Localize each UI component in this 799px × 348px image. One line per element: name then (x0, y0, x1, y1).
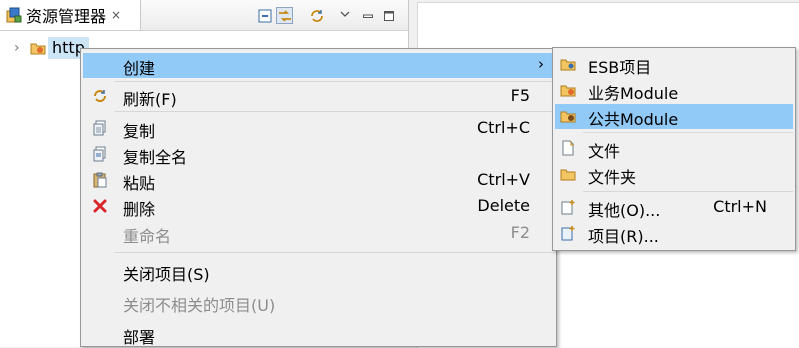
new-project-icon (560, 225, 576, 241)
menu-item-label: 关闭项目(S) (123, 265, 210, 284)
menu-item-label: 删除 (123, 200, 156, 219)
submenu-item-other[interactable]: 其他(O)... Ctrl+N (555, 195, 793, 220)
file-icon (560, 140, 576, 156)
project-folder-icon (30, 40, 46, 56)
business-module-icon (560, 82, 576, 98)
menu-item-label: 业务Module (588, 84, 679, 103)
create-submenu: ESB项目 业务Module 公共Module 文件 文件夹 其他(O)... … (552, 47, 796, 251)
menu-item-delete[interactable]: 删除 Delete (83, 194, 554, 219)
folder-icon (560, 56, 576, 72)
submenu-item-business-module[interactable]: 业务Module (555, 78, 793, 103)
view-menu-icon[interactable] (336, 5, 353, 22)
menu-item-label: 创建 (123, 59, 156, 78)
menu-item-accelerator: Ctrl+V (477, 170, 530, 189)
menu-item-label: 其他(O)... (588, 201, 661, 220)
copy-icon (92, 120, 108, 136)
refresh-icon (92, 88, 108, 104)
menu-item-accelerator: Ctrl+C (476, 118, 530, 137)
minimize-icon[interactable] (359, 7, 376, 24)
menu-item-label: 文件 (588, 142, 621, 161)
menu-item-accelerator: F2 (510, 223, 530, 242)
menu-separator (115, 252, 554, 253)
menu-separator (583, 132, 793, 133)
menu-item-accelerator: Ctrl+N (713, 197, 767, 216)
submenu-item-file[interactable]: 文件 (555, 136, 793, 161)
menu-item-label: 关闭不相关的项目(U) (123, 296, 276, 315)
menu-separator (115, 81, 554, 82)
tab-explorer[interactable]: 资源管理器 × (0, 0, 141, 30)
chevron-right-icon: › (538, 55, 544, 73)
submenu-item-public-module[interactable]: 公共Module (555, 104, 793, 129)
menu-item-label: 复制全名 (123, 148, 188, 167)
menu-item-label: 刷新(F) (123, 90, 177, 109)
paste-icon (92, 172, 108, 188)
menu-item-close-project[interactable]: 关闭项目(S) (83, 259, 554, 284)
submenu-item-folder[interactable]: 文件夹 (555, 162, 793, 187)
explorer-icon (6, 7, 22, 23)
menu-item-label: 公共Module (588, 110, 679, 129)
copy-qualified-icon (92, 146, 108, 162)
menu-item-deploy[interactable]: 部署 (83, 322, 554, 347)
menu-item-rename: 重命名 F2 (83, 221, 554, 246)
menu-item-label: 复制 (123, 122, 156, 141)
context-menu: 创建 › 刷新(F) F5 复制 Ctrl+C 复制全名 粘贴 Ctrl+V 删… (80, 48, 557, 347)
menu-item-label: 项目(R)... (588, 227, 659, 246)
menu-item-close-unrelated-projects: 关闭不相关的项目(U) (83, 290, 554, 315)
menu-separator (115, 111, 554, 112)
menu-item-label: 重命名 (123, 227, 172, 246)
menu-item-copy-qualified-name[interactable]: 复制全名 (83, 142, 554, 167)
maximize-icon[interactable] (380, 7, 397, 24)
folder-icon (560, 166, 576, 182)
menu-item-accelerator: Delete (477, 196, 530, 215)
menu-item-refresh[interactable]: 刷新(F) F5 (83, 84, 554, 109)
menu-item-paste[interactable]: 粘贴 Ctrl+V (83, 168, 554, 193)
sync-icon[interactable] (308, 7, 325, 24)
new-wizard-icon (560, 199, 576, 215)
tree-item[interactable]: › http (14, 36, 89, 60)
menu-separator (583, 191, 793, 192)
collapse-all-icon[interactable] (256, 7, 273, 24)
delete-icon (92, 198, 108, 214)
submenu-item-esb-project[interactable]: ESB项目 (555, 52, 793, 77)
tab-title: 资源管理器 (26, 7, 107, 26)
menu-item-label: ESB项目 (588, 58, 652, 77)
chevron-right-icon[interactable]: › (14, 40, 28, 56)
public-module-icon (560, 108, 576, 124)
menu-item-label: 粘贴 (123, 174, 156, 193)
menu-item-accelerator: F5 (510, 86, 530, 105)
close-icon[interactable]: × (111, 8, 121, 22)
view-tab-bar: 资源管理器 × (0, 0, 408, 31)
link-with-editor-icon[interactable] (276, 7, 293, 24)
menu-item-label: 文件夹 (588, 168, 637, 187)
submenu-item-project[interactable]: 项目(R)... (555, 221, 793, 246)
menu-item-create[interactable]: 创建 › (83, 53, 554, 78)
menu-item-copy[interactable]: 复制 Ctrl+C (83, 116, 554, 141)
menu-item-label: 部署 (123, 328, 156, 347)
